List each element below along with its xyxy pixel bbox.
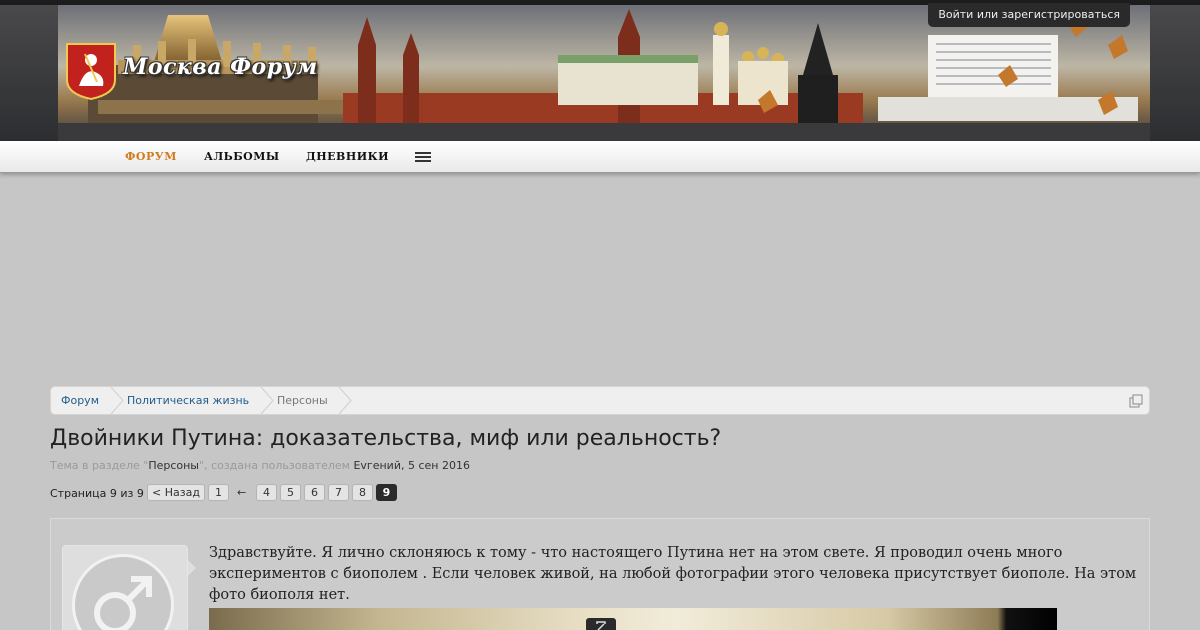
- male-symbol-icon: [94, 576, 152, 630]
- expand-icon[interactable]: [586, 618, 616, 630]
- pagination-page[interactable]: 8: [352, 484, 373, 501]
- tab-forum[interactable]: ФОРУМ: [125, 150, 177, 163]
- pagination-page[interactable]: 6: [304, 484, 325, 501]
- thread-meta-mid: ", создана пользователем: [199, 459, 354, 472]
- tab-albums[interactable]: АЛЬБОМЫ: [204, 150, 280, 163]
- pagination-page[interactable]: 7: [328, 484, 349, 501]
- breadcrumb-item-political-life[interactable]: Политическая жизнь: [127, 387, 249, 414]
- moscow-coat-of-arms-icon: [66, 43, 116, 100]
- login-register-link[interactable]: Войти или зарегистрироваться: [928, 3, 1130, 27]
- pagination-page-first[interactable]: 1: [208, 484, 229, 501]
- breadcrumb-separator-icon: [260, 387, 274, 414]
- thread-title: Двойники Путина: доказательства, миф или…: [50, 426, 722, 451]
- tab-diaries[interactable]: ДНЕВНИКИ: [306, 150, 389, 163]
- pagination-page[interactable]: 5: [280, 484, 301, 501]
- post-image[interactable]: [209, 608, 1057, 630]
- hamburger-icon[interactable]: [415, 152, 431, 164]
- breadcrumb-item-forum[interactable]: Форум: [61, 387, 99, 414]
- popup-icon[interactable]: [1129, 394, 1143, 408]
- thread-author-link[interactable]: Evгений: [353, 459, 401, 472]
- thread-meta-prefix: Тема в разделе ": [50, 459, 149, 472]
- breadcrumb-item-persons[interactable]: Персоны: [277, 387, 328, 414]
- breadcrumb-separator-icon: [338, 387, 352, 414]
- post-body-text: Здравствуйте. Я лично склоняюсь к тому -…: [209, 545, 1137, 603]
- thread-section-link[interactable]: Персоны: [148, 459, 199, 472]
- main-nav: ФОРУМ АЛЬБОМЫ ДНЕВНИКИ: [0, 141, 1200, 173]
- pagination-gap-arrow[interactable]: ←: [237, 486, 246, 499]
- site-header: Москва Форум Войти или зарегистрироватьс…: [0, 0, 1200, 141]
- breadcrumb: Форум Политическая жизнь Персоны: [50, 386, 1150, 415]
- pagination-label: Страница 9 из 9: [50, 487, 144, 500]
- site-logo-text[interactable]: Москва Форум: [123, 54, 318, 80]
- pagination-page-current: 9: [376, 484, 397, 501]
- pagination-prev-button[interactable]: < Назад: [147, 484, 205, 501]
- post-author-panel-arrow: [188, 560, 196, 576]
- thread-date: , 5 сен 2016: [400, 459, 470, 472]
- breadcrumb-separator-icon: [110, 387, 124, 414]
- thread-meta: Тема в разделе "Персоны", создана пользо…: [50, 459, 470, 472]
- pagination-page[interactable]: 4: [256, 484, 277, 501]
